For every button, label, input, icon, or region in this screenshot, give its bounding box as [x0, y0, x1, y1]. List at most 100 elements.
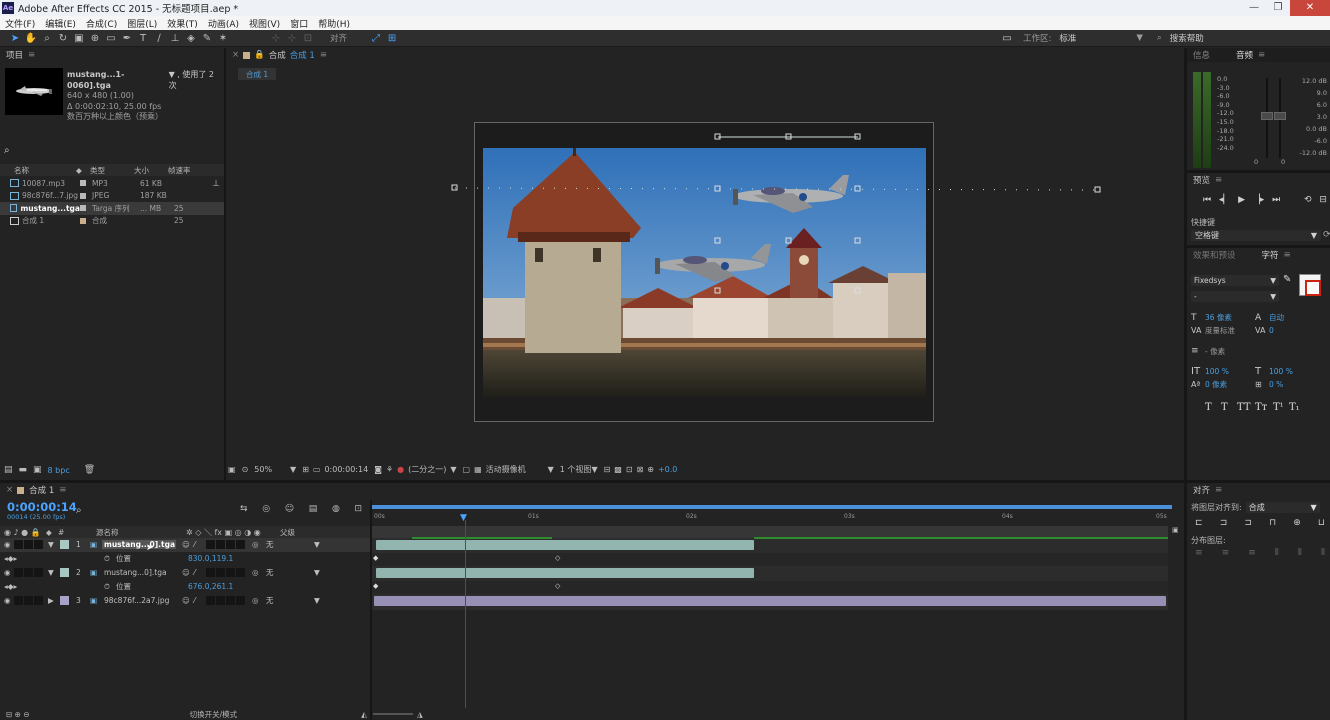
- eyedropper-icon[interactable]: ✎: [1283, 274, 1291, 285]
- menu-window[interactable]: 窗口: [290, 17, 308, 30]
- current-time-display[interactable]: 0:00:00:14: [324, 465, 368, 474]
- timeline-tab[interactable]: 合成 1: [29, 484, 54, 496]
- keyframe-icon[interactable]: ◇: [555, 554, 560, 562]
- menu-file[interactable]: 文件(F): [5, 17, 35, 30]
- playhead-line[interactable]: [465, 520, 466, 708]
- parent-pickwhip-icon[interactable]: ◎: [252, 540, 266, 549]
- timeline-timecode[interactable]: 0:00:00:14: [7, 500, 77, 514]
- zoom-tool-icon[interactable]: ⌕: [40, 32, 54, 45]
- switch-cell[interactable]: [216, 568, 225, 578]
- stopwatch-icon[interactable]: ⏱: [104, 582, 116, 592]
- project-item[interactable]: 合成 1 合成 25: [0, 215, 224, 228]
- shy-switch-icon[interactable]: ☺: [182, 596, 194, 605]
- tracking-value[interactable]: 0: [1269, 326, 1309, 335]
- layer-name[interactable]: 98c876f...2a7.jpg: [102, 596, 176, 605]
- grid-icon[interactable]: ⊞: [302, 465, 309, 474]
- pan-behind-tool-icon[interactable]: ⊕: [88, 32, 102, 45]
- keyframe-icon[interactable]: ◆: [373, 554, 378, 562]
- timeline-icon[interactable]: ⊡: [626, 465, 633, 474]
- minimize-button[interactable]: —: [1242, 0, 1266, 16]
- superscript-button[interactable]: T¹: [1273, 402, 1289, 413]
- flowchart-icon[interactable]: ⊥: [212, 179, 220, 189]
- small-caps-button[interactable]: Tт: [1255, 402, 1273, 413]
- camera-select[interactable]: 活动摄像机: [486, 464, 526, 475]
- align-top-icon[interactable]: ⊓: [1269, 518, 1276, 528]
- quality-switch-icon[interactable]: ⁄: [194, 596, 206, 605]
- last-frame-icon[interactable]: ⏭: [1272, 195, 1280, 205]
- stroke-width-value[interactable]: - 像素: [1205, 346, 1265, 357]
- panel-menu-icon[interactable]: ≡: [59, 485, 66, 495]
- puppet-tool-icon[interactable]: ✶: [216, 32, 230, 45]
- panel-menu-icon[interactable]: ≡: [1215, 485, 1222, 495]
- snap-options-icon[interactable]: ⊞: [385, 32, 399, 45]
- zoom-in-icon[interactable]: ◮: [417, 710, 423, 719]
- comp-button-icon[interactable]: ▣: [1172, 526, 1179, 534]
- switch-cell[interactable]: [206, 568, 215, 578]
- keyframe-nav-icons[interactable]: ◂◆▸: [0, 582, 30, 591]
- property-row[interactable]: ◂◆▸ ⏱ 位置 830.0,119.1: [0, 552, 370, 566]
- solo-switch[interactable]: [24, 596, 33, 606]
- chevron-down-icon[interactable]: ▼: [314, 596, 320, 605]
- zoom-select[interactable]: 50%: [254, 465, 272, 474]
- brush-tool-icon[interactable]: ∕: [152, 32, 166, 45]
- mask-icon[interactable]: ▭: [313, 465, 321, 474]
- menu-animation[interactable]: 动画(A): [208, 17, 239, 30]
- region-icon[interactable]: ⊙: [242, 465, 249, 474]
- resolution-select[interactable]: (二分之一): [408, 464, 446, 475]
- layer-row[interactable]: ◉ ▼ 2 ▣ mustang...0].tga ☺ ⁄ ◎ 无 ▼: [0, 566, 370, 580]
- first-frame-icon[interactable]: ⏮: [1203, 195, 1211, 205]
- switch-cell[interactable]: [236, 596, 245, 606]
- layer-duration-bar[interactable]: [374, 596, 1166, 606]
- project-search-icon[interactable]: ⌕: [4, 145, 10, 156]
- draft-3d-icon[interactable]: ◎: [262, 504, 270, 514]
- resolution-chevron-icon[interactable]: ▼: [450, 465, 456, 474]
- new-composition-icon[interactable]: ▣: [33, 465, 42, 475]
- menu-layer[interactable]: 图层(L): [127, 17, 157, 30]
- twirl-open-icon[interactable]: ▼: [48, 540, 60, 549]
- col-fps[interactable]: 帧速率: [168, 165, 208, 176]
- panel-menu-icon[interactable]: ≡: [1215, 175, 1222, 185]
- type-tool-icon[interactable]: T: [136, 32, 150, 45]
- axis-local-icon[interactable]: ⊹: [269, 32, 283, 45]
- audio-switch[interactable]: [14, 540, 23, 550]
- keyframe-icon[interactable]: ◇: [555, 582, 560, 590]
- preview-tab[interactable]: 预览: [1193, 174, 1210, 186]
- vertical-scale-value[interactable]: 100 %: [1205, 367, 1255, 376]
- timeline-search-icon[interactable]: ⌕: [76, 505, 82, 516]
- eye-icon[interactable]: ◉: [0, 568, 14, 577]
- switch-cell[interactable]: [216, 596, 225, 606]
- show-snapshot-icon[interactable]: ⚘: [386, 465, 393, 474]
- label-color-swatch[interactable]: [80, 192, 86, 199]
- always-preview-icon[interactable]: ▣: [228, 465, 236, 474]
- panel-menu-icon[interactable]: ≡: [320, 50, 327, 60]
- play-icon[interactable]: ▶: [1238, 195, 1245, 205]
- hand-tool-icon[interactable]: ✋: [24, 32, 38, 45]
- character-tab[interactable]: 字符: [1262, 249, 1279, 261]
- quality-switch-icon[interactable]: ⁄: [194, 540, 206, 549]
- effects-presets-tab[interactable]: 效果和预设: [1193, 249, 1236, 261]
- time-navigator[interactable]: [372, 505, 1172, 509]
- clone-stamp-tool-icon[interactable]: ⊥: [168, 32, 182, 45]
- time-ruler[interactable]: 00s 01s 02s 03s 04s 05s: [372, 512, 1168, 524]
- channel-icon[interactable]: ●: [397, 465, 404, 474]
- switch-cell[interactable]: [226, 568, 235, 578]
- align-tab[interactable]: 对齐: [1193, 484, 1210, 496]
- distribute-bottom-icon[interactable]: ≡: [1248, 548, 1256, 558]
- close-tab-icon[interactable]: ×: [232, 50, 239, 60]
- composition-tab-link[interactable]: 合成 1: [290, 49, 315, 61]
- label-col-icon[interactable]: ◆: [46, 528, 58, 537]
- parent-select[interactable]: 无: [266, 539, 314, 550]
- frame-blending-icon[interactable]: ▤: [309, 504, 318, 514]
- zoom-slider[interactable]: [372, 713, 413, 715]
- all-caps-button[interactable]: TT: [1237, 402, 1255, 413]
- maximize-button[interactable]: ❐: [1266, 0, 1290, 16]
- layer-row[interactable]: ◉ ▼ 1 ▣ mustang...0].tga ☺ ⁄ ◎ 无 ▼: [0, 538, 370, 552]
- region-of-interest-icon[interactable]: ▢: [463, 465, 471, 474]
- layer-duration-bar[interactable]: [376, 568, 754, 578]
- distribute-vcenter-icon[interactable]: ≡: [1222, 548, 1230, 558]
- playhead-handle-icon[interactable]: ▼: [460, 513, 467, 523]
- shy-switch-icon[interactable]: ☺: [182, 568, 194, 577]
- chevron-down-icon[interactable]: ▼: [314, 568, 320, 577]
- align-bottom-icon[interactable]: ⊔: [1318, 518, 1325, 528]
- layer-name[interactable]: mustang...0].tga: [102, 540, 176, 550]
